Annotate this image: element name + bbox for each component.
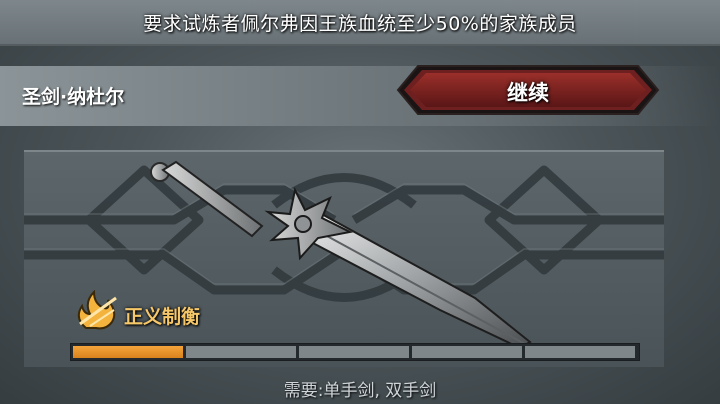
progress-segment-4 xyxy=(412,346,522,358)
progress-segment-2 xyxy=(186,346,296,358)
skill-name: 正义制衡 xyxy=(124,306,201,328)
weapon-requirement-text: 需要:单手剑, 双手剑 xyxy=(283,381,437,401)
game-screen: 要求试炼者佩尔弗因王族血统至少50%的家族成员 圣剑·纳杜尔 继续 正义制衡 需… xyxy=(0,0,720,404)
flame-slash-icon xyxy=(77,290,117,330)
progress-bar xyxy=(70,343,640,361)
progress-segment-1 xyxy=(73,346,183,358)
progress-segment-3 xyxy=(299,346,409,358)
progress-segment-5 xyxy=(525,346,635,358)
